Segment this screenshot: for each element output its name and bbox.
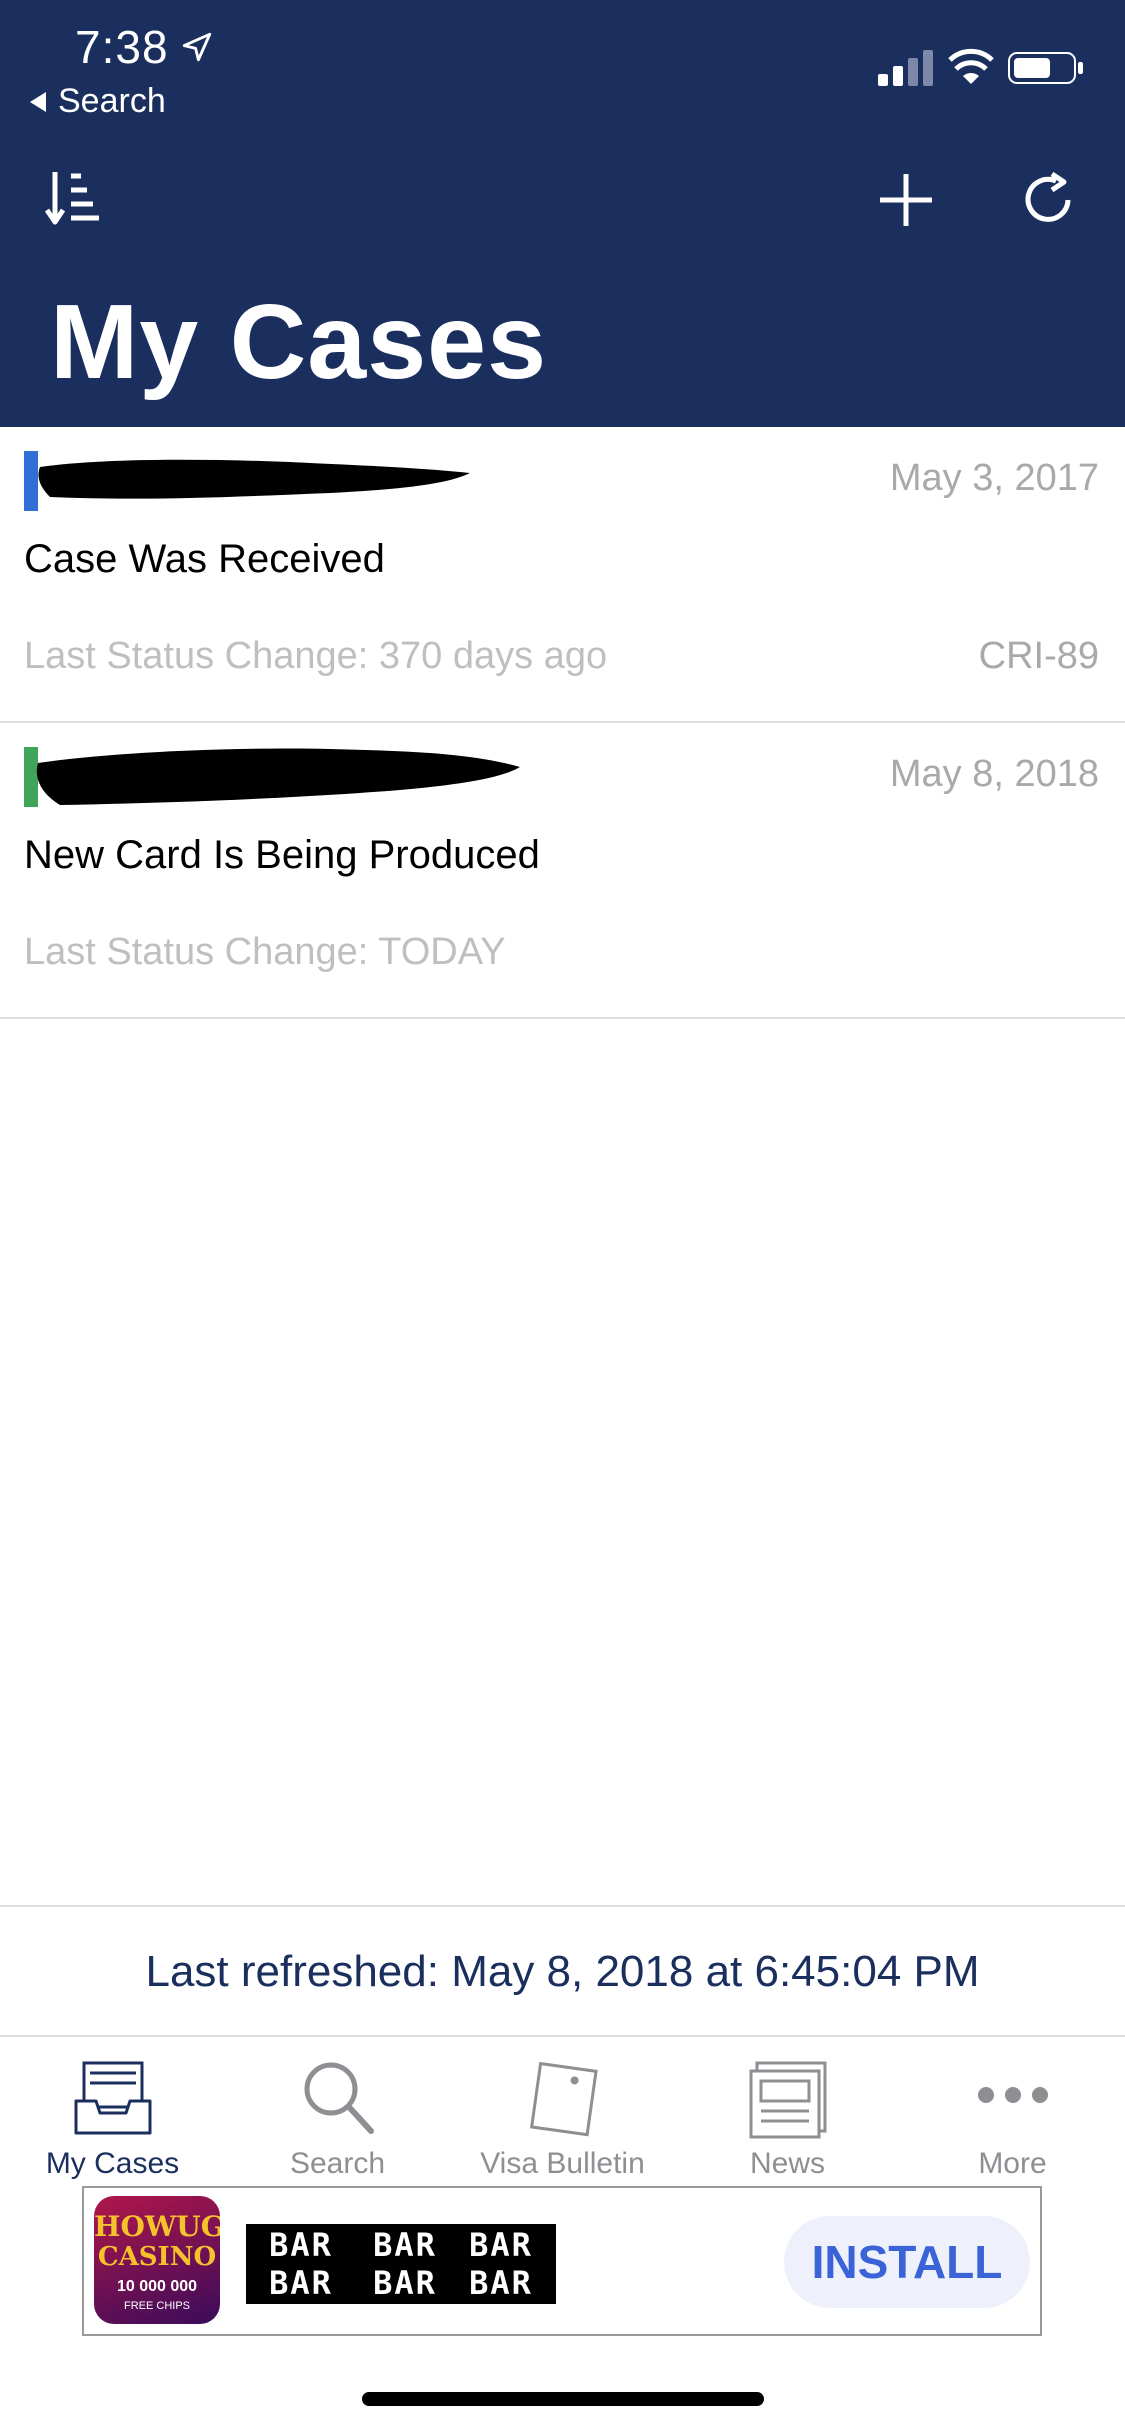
tab-label: Search <box>289 2147 386 2180</box>
last-refreshed-bar: Last refreshed: May 8, 2018 at 6:45:04 P… <box>0 1905 1125 2037</box>
install-button[interactable]: INSTALL <box>784 2216 1030 2308</box>
back-label: Search <box>58 82 166 120</box>
more-dots-icon <box>978 2087 1048 2103</box>
tab-news[interactable]: News <box>675 2037 900 2187</box>
case-last-status-change: Last Status Change: 370 days ago <box>24 635 608 677</box>
refresh-icon[interactable] <box>1020 170 1078 228</box>
tab-label: More <box>978 2147 1047 2180</box>
note-icon <box>529 2061 598 2137</box>
ad-banner[interactable]: HOWUGE CASINO 10 000 000 FREE CHIPS BARB… <box>82 2186 1042 2336</box>
battery-icon <box>1008 52 1083 84</box>
tab-label: News <box>749 2147 825 2180</box>
inbox-tray-icon <box>74 2061 152 2135</box>
back-arrow-icon <box>30 91 46 112</box>
case-code: CRI-89 <box>978 635 1099 677</box>
case-status: New Card Is Being Produced <box>24 833 540 877</box>
case-row[interactable]: May 3, 2017 Case Was Received Last Statu… <box>0 427 1125 723</box>
cellular-signal-icon <box>878 50 933 86</box>
tab-label: My Cases <box>45 2147 180 2180</box>
last-refreshed-text: Last refreshed: May 8, 2018 at 6:45:04 P… <box>145 1947 980 1996</box>
tab-bar: My Cases Search Visa Bulletin News More <box>0 2037 1125 2187</box>
redacted-receipt-number <box>38 459 470 499</box>
slot-bar-symbol: BAR BAR <box>246 2224 356 2304</box>
slot-bar-symbol: BAR BAR <box>446 2224 556 2304</box>
add-case-icon[interactable] <box>878 172 934 228</box>
ad-logo-line4: FREE CHIPS <box>123 2300 190 2312</box>
redacted-receipt-number <box>36 748 520 805</box>
ad-logo-line3: 10 000 000 <box>116 2278 198 2295</box>
case-status: Case Was Received <box>24 537 385 581</box>
location-arrow-icon <box>182 32 212 62</box>
sort-icon[interactable] <box>45 168 101 228</box>
case-last-status-change: Last Status Change: TODAY <box>24 931 506 973</box>
newspaper-icon <box>749 2061 827 2139</box>
case-date: May 3, 2017 <box>889 457 1099 499</box>
case-row[interactable]: May 8, 2018 New Card Is Being Produced L… <box>0 723 1125 1019</box>
page-title: My Cases <box>50 283 548 401</box>
ad-logo-line2: CASINO <box>97 2242 217 2272</box>
back-to-search-link[interactable]: Search <box>30 82 166 121</box>
ad-logo-line1: HOWUGE <box>94 2210 220 2243</box>
tab-search[interactable]: Search <box>225 2037 450 2187</box>
tab-visa-bulletin[interactable]: Visa Bulletin <box>450 2037 675 2187</box>
casino-logo: HOWUGE CASINO 10 000 000 FREE CHIPS <box>94 2196 220 2324</box>
case-date: May 8, 2018 <box>889 753 1099 795</box>
search-icon <box>304 2062 374 2134</box>
tab-more[interactable]: More <box>900 2037 1125 2187</box>
slot-bar-symbol: BAR BAR <box>350 2224 460 2304</box>
wifi-icon <box>948 48 994 84</box>
tab-my-cases[interactable]: My Cases <box>0 2037 225 2187</box>
navigation-header: 7:38 Search My Cases <box>0 0 1125 427</box>
home-indicator[interactable] <box>362 2392 764 2406</box>
tab-label: Visa Bulletin <box>480 2147 645 2180</box>
status-time: 7:38 <box>75 21 169 73</box>
